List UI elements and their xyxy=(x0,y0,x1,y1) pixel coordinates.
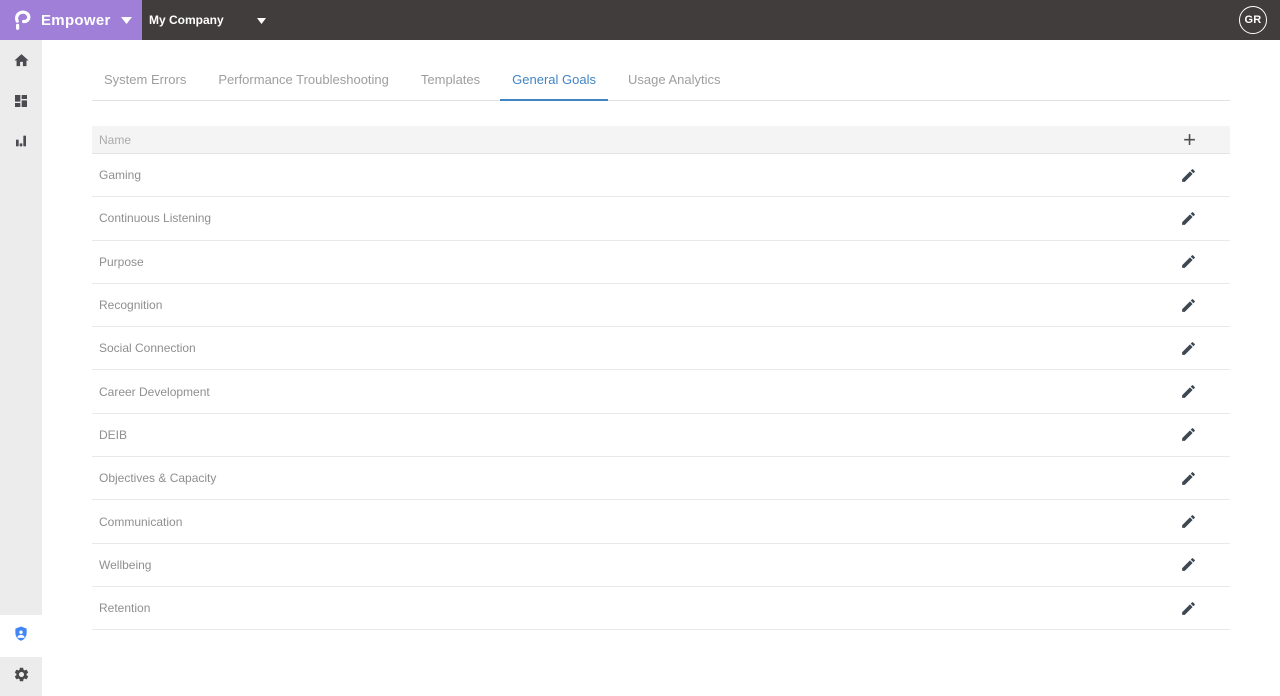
edit-button[interactable] xyxy=(1180,426,1197,443)
tab[interactable]: Templates xyxy=(409,62,492,100)
edit-button[interactable] xyxy=(1180,556,1197,573)
tab-bar: System Errors Performance Troubleshootin… xyxy=(92,62,1230,101)
sidebar-bottom-icons xyxy=(0,615,42,696)
table-row: Continuous Listening xyxy=(92,197,1230,241)
tab[interactable]: General Goals xyxy=(500,62,608,101)
pencil-icon xyxy=(1180,167,1197,184)
edit-button[interactable] xyxy=(1180,600,1197,617)
sidebar-top-icons xyxy=(0,40,42,162)
goal-name: Social Connection xyxy=(99,341,196,356)
edit-button[interactable] xyxy=(1180,383,1197,400)
table-row: Purpose xyxy=(92,241,1230,284)
topbar: Empower My Company GR xyxy=(0,0,1280,40)
main-content: System Errors Performance Troubleshootin… xyxy=(42,40,1280,696)
company-selector-value: My Company xyxy=(149,13,224,27)
table-row: Wellbeing xyxy=(92,544,1230,587)
edit-button[interactable] xyxy=(1180,210,1197,227)
brand-area[interactable]: Empower xyxy=(0,0,142,40)
table-row: DEIB xyxy=(92,414,1230,458)
column-header-name: Name xyxy=(99,132,132,147)
tab-label: Templates xyxy=(420,72,481,87)
edit-button[interactable] xyxy=(1180,167,1197,184)
goal-name: Retention xyxy=(99,601,151,616)
edit-button[interactable] xyxy=(1180,253,1197,270)
table-row: Communication xyxy=(92,500,1230,544)
edit-button[interactable] xyxy=(1180,513,1197,530)
avatar[interactable]: GR xyxy=(1239,6,1267,34)
edit-button[interactable] xyxy=(1180,470,1197,487)
goal-name: Recognition xyxy=(99,298,163,313)
tab[interactable]: System Errors xyxy=(92,62,198,100)
home-icon xyxy=(13,52,30,72)
pencil-icon xyxy=(1180,426,1197,443)
goal-name: Career Development xyxy=(99,384,210,399)
goal-name: Gaming xyxy=(99,168,142,183)
table-row: Career Development xyxy=(92,370,1230,414)
page-body: System Errors Performance Troubleshootin… xyxy=(0,40,1280,696)
goal-name: Continuous Listening xyxy=(99,211,212,226)
bar-chart-icon xyxy=(13,133,29,152)
pencil-icon xyxy=(1180,253,1197,270)
goal-name: Purpose xyxy=(99,254,144,269)
brand-name: Empower xyxy=(41,11,111,29)
table-row: Recognition xyxy=(92,284,1230,328)
tab-label: Performance Troubleshooting xyxy=(218,72,389,87)
table-row: Gaming xyxy=(92,154,1230,198)
goal-name: Communication xyxy=(99,514,183,529)
pencil-icon xyxy=(1180,340,1197,357)
pencil-icon xyxy=(1180,513,1197,530)
tab[interactable]: Performance Troubleshooting xyxy=(206,62,401,100)
sidebar-item-settings[interactable] xyxy=(0,657,42,696)
sidebar-item-analytics[interactable] xyxy=(0,122,42,162)
add-goal-button[interactable]: + xyxy=(1183,128,1196,150)
edit-button[interactable] xyxy=(1180,340,1197,357)
pencil-icon xyxy=(1180,210,1197,227)
pencil-icon xyxy=(1180,600,1197,617)
goal-name: DEIB xyxy=(99,427,128,442)
empower-logo-icon xyxy=(12,8,34,32)
pencil-icon xyxy=(1180,556,1197,573)
table-row: Retention xyxy=(92,587,1230,631)
tab-label: System Errors xyxy=(104,72,187,87)
goal-name: Objectives & Capacity xyxy=(99,471,217,486)
tab-label: General Goals xyxy=(512,72,596,87)
table-row: Social Connection xyxy=(92,327,1230,371)
admin-shield-icon xyxy=(12,625,30,648)
pencil-icon xyxy=(1180,297,1197,314)
sidebar-item-home[interactable] xyxy=(0,42,42,82)
gear-icon xyxy=(13,666,30,688)
sidebar-item-admin[interactable] xyxy=(0,615,42,657)
company-selector[interactable]: My Company xyxy=(142,0,280,40)
tab-label: Usage Analytics xyxy=(627,72,721,87)
goals-table: Name + Gaming Continuous Listening Purpo… xyxy=(92,126,1230,631)
table-header: Name + xyxy=(92,126,1230,154)
goal-name: Wellbeing xyxy=(99,557,152,572)
pencil-icon xyxy=(1180,470,1197,487)
sidebar-item-dashboard[interactable] xyxy=(0,82,42,122)
pencil-icon xyxy=(1180,383,1197,400)
tab[interactable]: Usage Analytics xyxy=(616,62,733,100)
dashboard-icon xyxy=(13,93,29,112)
table-row: Objectives & Capacity xyxy=(92,457,1230,501)
caret-down-icon xyxy=(257,13,266,27)
table-rows: Gaming Continuous Listening Purpose Reco… xyxy=(92,154,1230,631)
chevron-down-icon[interactable] xyxy=(120,16,132,24)
edit-button[interactable] xyxy=(1180,297,1197,314)
app-root: Empower My Company GR System Errors Perf… xyxy=(0,0,1280,696)
sidebar xyxy=(0,40,42,696)
